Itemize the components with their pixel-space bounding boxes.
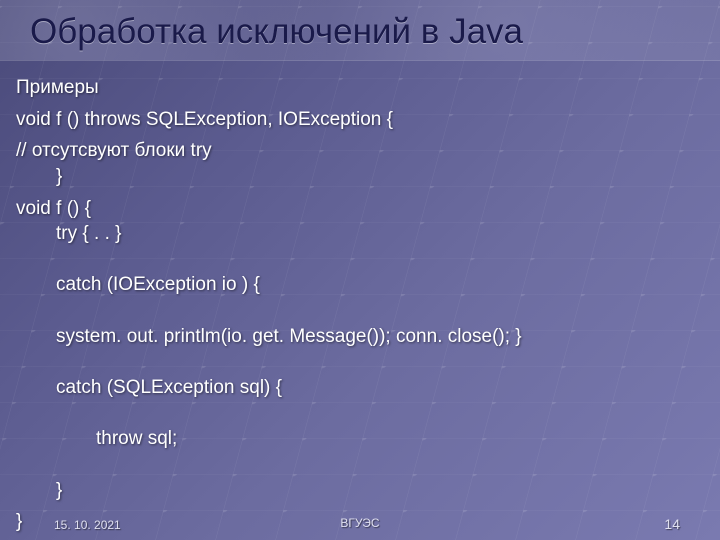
page-number: 14: [664, 516, 680, 532]
subtitle: Примеры: [16, 75, 704, 101]
code-block: // отсутсвуют блоки try }: [16, 138, 704, 189]
code-line: void f () {: [16, 198, 91, 219]
code-line: try { . . }: [16, 221, 704, 247]
code-line: // отсутсвуют блоки try: [16, 140, 212, 161]
footer-org: ВГУЭС: [340, 516, 379, 530]
code-line: throw sql;: [16, 426, 704, 452]
code-line: }: [16, 478, 704, 504]
title-banner: Обработка исключений в Java: [0, 0, 720, 61]
page-title: Обработка исключений в Java: [30, 12, 690, 52]
code-line: system. out. printlm(io. get. Message())…: [16, 324, 704, 350]
code-line: void f () throws SQLException, IOExcepti…: [16, 107, 704, 133]
footer: 15. 10. 2021 ВГУЭС 14: [0, 516, 720, 532]
footer-date: 15. 10. 2021: [54, 518, 121, 532]
code-line: catch (SQLException sql) {: [16, 375, 704, 401]
code-block: void f () { try { . . } catch (IOExcepti…: [16, 196, 704, 504]
slide-content: Примеры void f () throws SQLException, I…: [0, 61, 720, 535]
code-line: }: [16, 164, 704, 190]
code-line: catch (IOException io ) {: [16, 272, 704, 298]
